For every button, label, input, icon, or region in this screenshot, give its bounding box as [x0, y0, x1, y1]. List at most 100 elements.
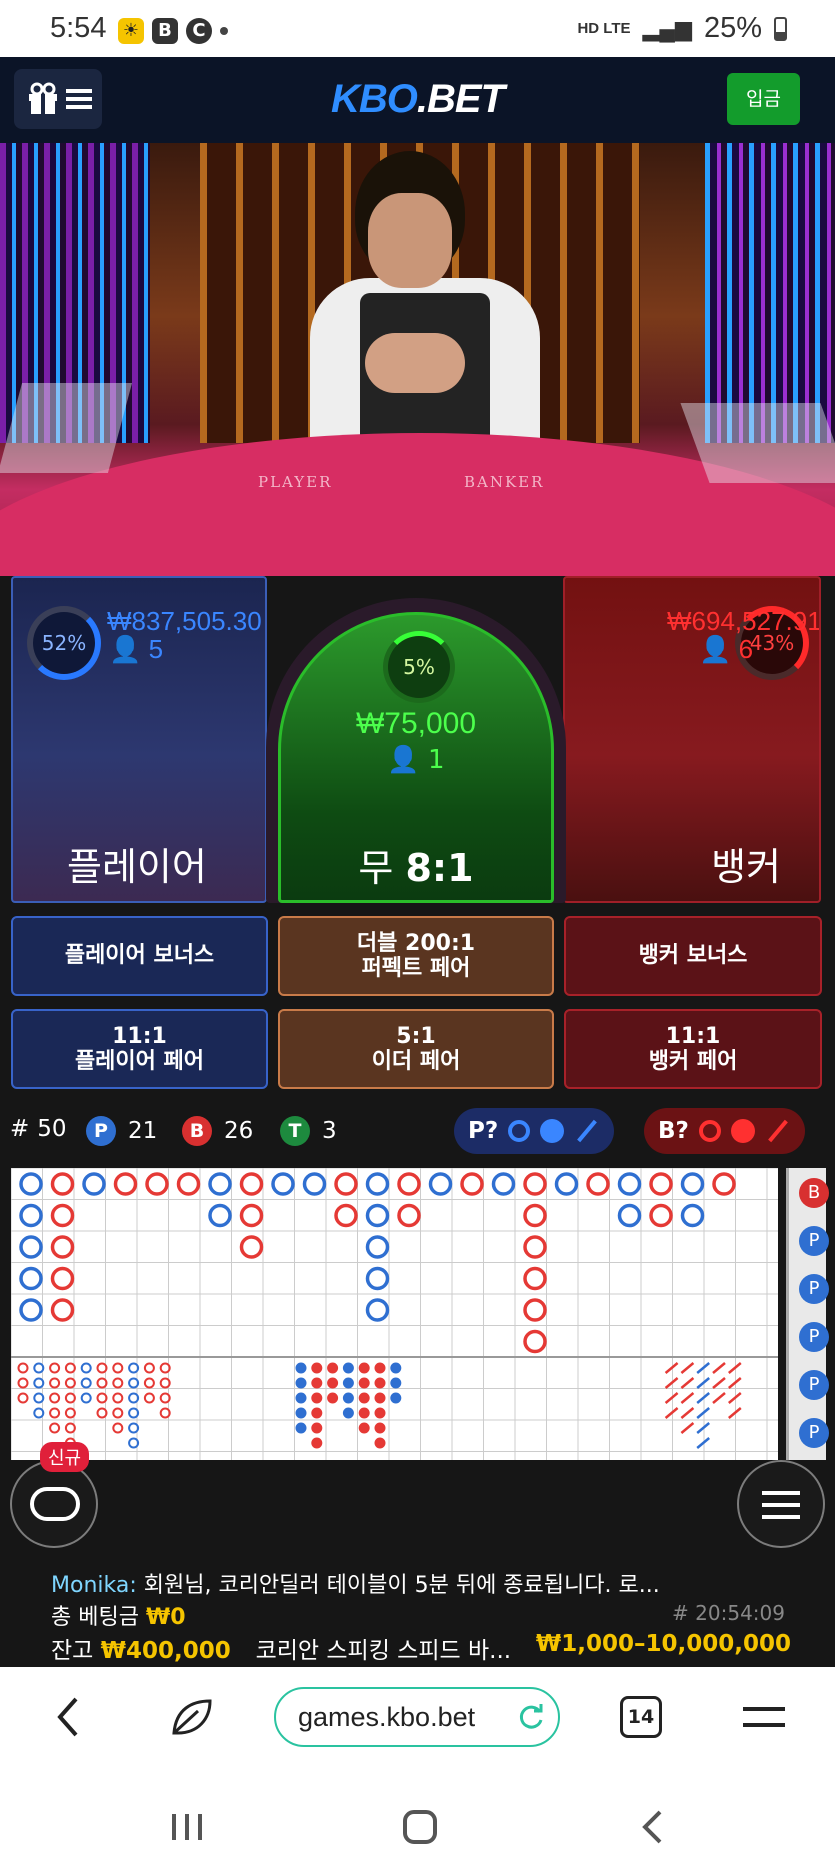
road-side-panel[interactable]: B P P P P P [786, 1168, 829, 1460]
road-mark [33, 1392, 45, 1404]
road-mark [143, 1362, 155, 1374]
hollow-blue-circle-icon [508, 1120, 531, 1142]
road-mark [374, 1377, 386, 1389]
blue-slash-icon [577, 1119, 598, 1143]
road-mark [49, 1362, 61, 1374]
player-bet-spot[interactable]: 52% ₩837,505.30 👤 5 플레이어 [11, 576, 267, 903]
road-mark [358, 1392, 370, 1404]
road-mark [82, 1172, 106, 1196]
notification-icons: ☀ B C [118, 18, 228, 44]
road-mark [49, 1422, 61, 1434]
round-id: # 20:54:09 [672, 1601, 785, 1625]
banker-pair-button[interactable]: 11:1 뱅커 페어 [564, 1009, 822, 1089]
signal-icon: ▂▄▆ [642, 15, 692, 41]
road-mark [295, 1422, 307, 1434]
live-video-feed[interactable]: PLAYER BANKER [0, 143, 835, 576]
battery-label: 25% [703, 12, 762, 44]
road-mark [554, 1172, 579, 1196]
road-mark [727, 1392, 742, 1404]
road-mark [680, 1392, 695, 1404]
system-back-icon[interactable] [640, 1809, 666, 1845]
tie-amount: ₩75,000 [355, 707, 477, 740]
road-mark [311, 1362, 323, 1374]
road-mark [397, 1203, 421, 1228]
reload-icon[interactable] [516, 1703, 546, 1733]
road-mark [374, 1407, 386, 1419]
road-mark [143, 1392, 155, 1404]
card-discard-tray [0, 383, 133, 473]
road-mark [358, 1362, 370, 1374]
app-header: KBO.BET 입금 [0, 57, 835, 143]
banker-prediction-button[interactable]: B? [644, 1108, 805, 1154]
road-mark [374, 1362, 386, 1374]
tie-count: 👤 1 [281, 745, 551, 775]
either-pair-button[interactable]: 5:1 이더 페어 [278, 1009, 554, 1089]
url-bar[interactable]: games.kbo.bet [274, 1687, 560, 1747]
banker-bonus-button[interactable]: 뱅커 보너스 [564, 916, 822, 996]
road-mark [390, 1392, 402, 1404]
road-mark [19, 1298, 43, 1322]
road-mark [365, 1203, 390, 1228]
logo-secondary: .BET [416, 77, 505, 121]
road-mark [374, 1392, 386, 1404]
road-mark [17, 1392, 29, 1404]
road-mark [342, 1377, 354, 1389]
road-mark [523, 1172, 547, 1196]
road-mark [523, 1266, 547, 1291]
dealer-face [368, 193, 452, 288]
browser-menu-icon[interactable] [743, 1705, 785, 1729]
double-perfect-pair-button[interactable]: 더블 200:1 퍼펙트 페어 [278, 916, 554, 996]
table-name[interactable]: 코리안 스피킹 스피드 바... [256, 1631, 511, 1665]
road-mark [696, 1422, 711, 1434]
chat-text: 회원님, 코리안딜러 테이블이 5분 뒤에 종료됩니다. 로... [143, 1573, 660, 1598]
recent-apps-icon[interactable] [170, 1812, 204, 1842]
status-right: HD LTE ▂▄▆ 25% [577, 12, 787, 45]
road-mark [727, 1377, 742, 1389]
tie-bet-spot[interactable]: 5% ₩75,000 👤 1 무 8:1 [278, 612, 554, 903]
road-mark [365, 1172, 390, 1196]
chat-button[interactable] [10, 1460, 98, 1548]
user-icon: 👤 [387, 745, 420, 775]
round-stats: #50 P 21 B 26 T3 P? B? [0, 1104, 835, 1154]
home-icon[interactable] [402, 1809, 438, 1845]
banker-win-value: 26 [224, 1118, 254, 1144]
road-mark [295, 1407, 307, 1419]
scoreboard-road[interactable] [10, 1167, 778, 1460]
road-mark [523, 1203, 547, 1228]
app-notification-icon: ☀ [118, 18, 144, 44]
c-app-icon: C [186, 18, 212, 44]
road-mark [239, 1235, 264, 1259]
kbo-bet-logo[interactable]: KBO.BET [0, 77, 835, 122]
banker-pair-label: 뱅커 페어 [648, 1049, 738, 1074]
road-mark [176, 1172, 201, 1196]
road-mark [311, 1407, 323, 1419]
road-mark [33, 1362, 45, 1374]
road-mark [586, 1172, 610, 1196]
status-bar: 5:54 ☀ B C HD LTE ▂▄▆ 25% [0, 0, 835, 57]
road-mark [80, 1377, 92, 1389]
road-mark [358, 1377, 370, 1389]
deposit-button[interactable]: 입금 [727, 73, 800, 125]
road-mark [311, 1422, 323, 1434]
road-mark [334, 1203, 358, 1228]
tabs-button[interactable]: 14 [620, 1696, 662, 1738]
road-mark [680, 1422, 695, 1434]
road-mark [33, 1377, 45, 1389]
player-prediction-button[interactable]: P? [454, 1108, 615, 1154]
back-icon[interactable] [54, 1695, 84, 1739]
player-bonus-button[interactable]: 플레이어 보너스 [11, 916, 268, 996]
road-mark [19, 1235, 43, 1259]
hollow-red-circle-icon [698, 1120, 721, 1142]
game-menu-button[interactable] [737, 1460, 825, 1548]
road-mark [617, 1172, 642, 1196]
player-pair-button[interactable]: 11:1 플레이어 페어 [11, 1009, 268, 1089]
road-mark [664, 1407, 679, 1419]
road-mark [428, 1172, 453, 1196]
leaf-icon[interactable] [168, 1695, 216, 1739]
road-mark [302, 1172, 327, 1196]
road-mark [390, 1377, 402, 1389]
road-mark [239, 1203, 264, 1228]
player-pair-label: 플레이어 페어 [74, 1049, 205, 1074]
banker-bet-spot[interactable]: 43% ₩694,527.91 👤 6 뱅커 [563, 576, 821, 903]
double-perfect-odds: 더블 200:1 [356, 930, 476, 956]
